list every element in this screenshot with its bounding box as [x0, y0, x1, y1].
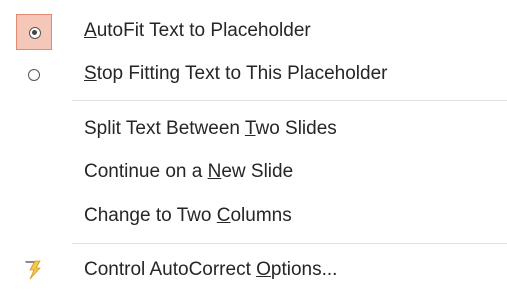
checked-indicator	[16, 14, 52, 50]
menu-item-continue-new-slide[interactable]: Continue on a New Slide	[0, 149, 507, 195]
menu-item-label: Change to Two Columns	[84, 205, 292, 226]
menu-item-label: Continue on a New Slide	[84, 161, 294, 182]
menu-item-two-columns[interactable]: Change to Two Columns	[0, 193, 507, 239]
menu-item-label: Control AutoCorrect Options...	[84, 259, 338, 280]
menu-item-stop-fitting[interactable]: Stop Fitting Text to This Placeholder	[0, 51, 507, 97]
menu-item-label: Split Text Between Two Slides	[84, 118, 337, 139]
menu-item-split-text[interactable]: Split Text Between Two Slides	[0, 106, 507, 152]
radio-column	[16, 57, 52, 93]
menu-item-autofit-text[interactable]: AutoFit Text to Placeholder	[0, 8, 507, 54]
radio-unchecked-icon	[28, 69, 40, 81]
menu-item-label: Stop Fitting Text to This Placeholder	[84, 63, 388, 84]
radio-checked-icon	[29, 27, 41, 39]
menu-item-label: AutoFit Text to Placeholder	[84, 20, 311, 41]
autocorrect-lightning-icon	[25, 260, 41, 280]
menu-separator	[72, 100, 507, 101]
menu-item-autocorrect-options[interactable]: Control AutoCorrect Options...	[0, 247, 507, 293]
autofit-options-menu: AutoFit Text to Placeholder Stop Fitting…	[0, 0, 507, 289]
menu-separator	[72, 243, 507, 244]
